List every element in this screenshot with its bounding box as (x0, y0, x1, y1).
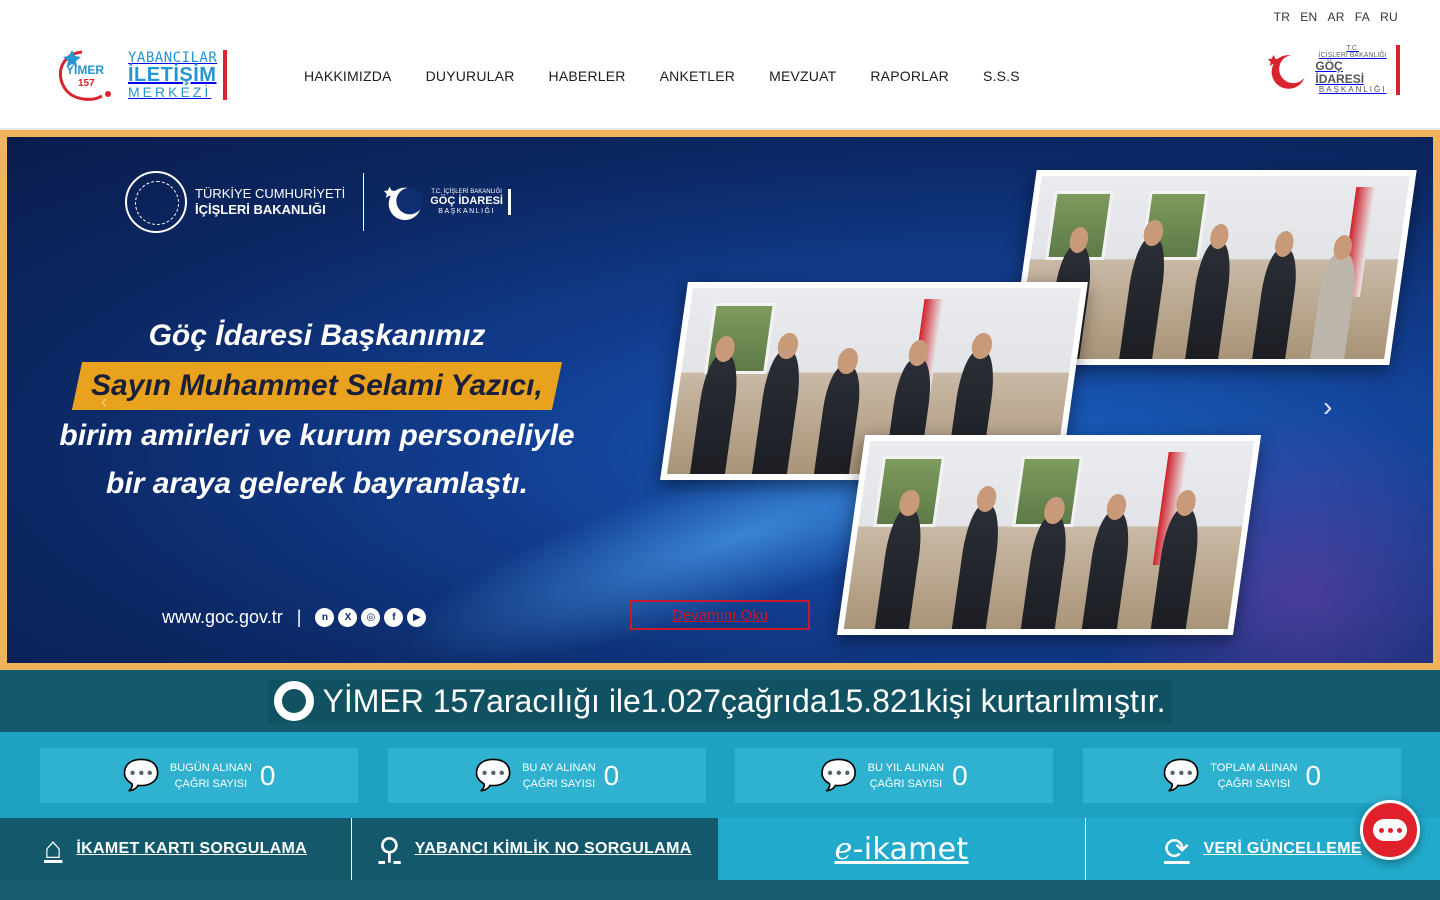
main-nav: HAKKIMIZDA DUYURULAR HABERLER ANKETLER M… (304, 68, 1054, 84)
refresh-icon: ⟳ (1164, 832, 1190, 866)
rescue-people-count: 15.821 (827, 682, 926, 719)
lang-ar[interactable]: AR (1328, 10, 1345, 24)
nav-sss[interactable]: S.S.S (983, 68, 1020, 84)
counter-month: 💬 BU AY ALINAN ÇAĞRI SAYISI 0 (388, 748, 706, 803)
slide-headline: Göç İdaresi Başkanımız Sayın Muhammet Se… (59, 319, 575, 500)
counter-total: 💬 TOPLAM ALINAN ÇAĞRI SAYISI 0 (1083, 748, 1401, 803)
chat-button[interactable] (1360, 800, 1420, 860)
youtube-icon: ▶ (407, 608, 427, 627)
lang-tr[interactable]: TR (1274, 10, 1291, 24)
site-header: TR EN AR FA RU YİMER 157 YABANCILAR İLET… (0, 0, 1440, 130)
counter-today: 💬 BUGÜN ALINAN ÇAĞRI SAYISI 0 (40, 748, 358, 803)
logo-line-1: YABANCILAR (128, 50, 218, 66)
chat-bubbles-icon: 💬 (820, 759, 858, 792)
slide-footer: www.goc.gov.tr | n X ◎ f ▶ (162, 607, 427, 628)
magnifier-icon: ⚲ (378, 832, 401, 866)
crescent-star-icon (384, 186, 424, 221)
nav-mevzuat[interactable]: MEVZUAT (769, 68, 836, 84)
logo-line-2: İLETİŞİM (128, 64, 217, 86)
nav-haberler[interactable]: HABERLER (549, 68, 626, 84)
crescent-star-icon (1267, 54, 1308, 89)
e-ikamet-logo: ℯ (834, 831, 853, 867)
lang-fa[interactable]: FA (1355, 10, 1370, 24)
house-people-icon: ⌂ (43, 832, 63, 865)
facebook-icon: f (384, 608, 404, 627)
counter-year: 💬 BU YIL ALINAN ÇAĞRI SAYISI 0 (735, 748, 1053, 803)
rescue-banner: YİMER 157 aracılığı ile 1.027 çağrıda 15… (0, 670, 1440, 732)
nav-anketler[interactable]: ANKETLER (660, 68, 736, 84)
logo-line-3: MERKEZİ (128, 84, 212, 100)
yimer-logo[interactable]: YİMER 157 YABANCILAR İLETİŞİM MERKEZİ (52, 44, 228, 106)
slide-1[interactable]: TÜRKİYE CUMHURİYETİ İÇİŞLERİ BAKANLIĞI T… (7, 137, 1433, 663)
read-more-button[interactable]: Devamını Oku (630, 600, 810, 630)
language-switcher: TR EN AR FA RU (1274, 10, 1398, 24)
foreign-id-query-link[interactable]: ⚲ YABANCI KİMLİK NO SORGULAMA (352, 818, 718, 880)
residence-card-query-link[interactable]: ⌂ İKAMET KARTI SORGULAMA (0, 818, 352, 880)
e-ikamet-link[interactable]: ℯ -ikamet (718, 818, 1086, 880)
yimer-badge-icon: YİMER 157 (52, 44, 124, 106)
chat-bubbles-icon: 💬 (1162, 759, 1201, 792)
slider-prev-arrow[interactable]: ‹ (101, 391, 108, 414)
quick-links: ⌂ İKAMET KARTI SORGULAMA ⚲ YABANCI KİMLİ… (0, 818, 1440, 880)
lang-ru[interactable]: RU (1380, 10, 1398, 24)
svg-text:157: 157 (78, 78, 95, 89)
nav-raporlar[interactable]: RAPORLAR (870, 68, 949, 84)
lang-en[interactable]: EN (1300, 10, 1317, 24)
social-icons: n X ◎ f ▶ (315, 608, 427, 627)
rescue-call-count: 1.027 (640, 682, 721, 719)
ministry-logo: TÜRKİYE CUMHURİYETİ İÇİŞLERİ BAKANLIĞI T… (125, 171, 511, 233)
website-url: www.goc.gov.tr (162, 607, 283, 627)
ministry-seal-icon (125, 171, 187, 233)
lifebuoy-icon (274, 681, 315, 721)
nav-duyurular[interactable]: DUYURULAR (426, 68, 515, 84)
nsosyal-icon: n (315, 608, 335, 627)
goc-idaresi-logo[interactable]: T.C. İÇİŞLERİ BAKANLIĞI GÖÇ İDARESİ BAŞK… (1266, 42, 1400, 98)
chat-bubbles-icon: 💬 (122, 759, 160, 792)
nav-hakkimizda[interactable]: HAKKIMIZDA (304, 68, 392, 84)
instagram-icon: ◎ (361, 608, 381, 627)
slide-photo-3 (836, 435, 1262, 635)
chat-icon (1373, 819, 1407, 841)
x-icon: X (338, 608, 358, 627)
call-counters: 💬 BUGÜN ALINAN ÇAĞRI SAYISI 0 💬 BU AY ALI… (0, 732, 1440, 818)
svg-text:YİMER: YİMER (66, 62, 104, 77)
chat-bubbles-icon: 💬 (474, 759, 513, 792)
slider-next-arrow[interactable]: › (1323, 391, 1332, 423)
hero-slider: TÜRKİYE CUMHURİYETİ İÇİŞLERİ BAKANLIĞI T… (0, 130, 1440, 670)
